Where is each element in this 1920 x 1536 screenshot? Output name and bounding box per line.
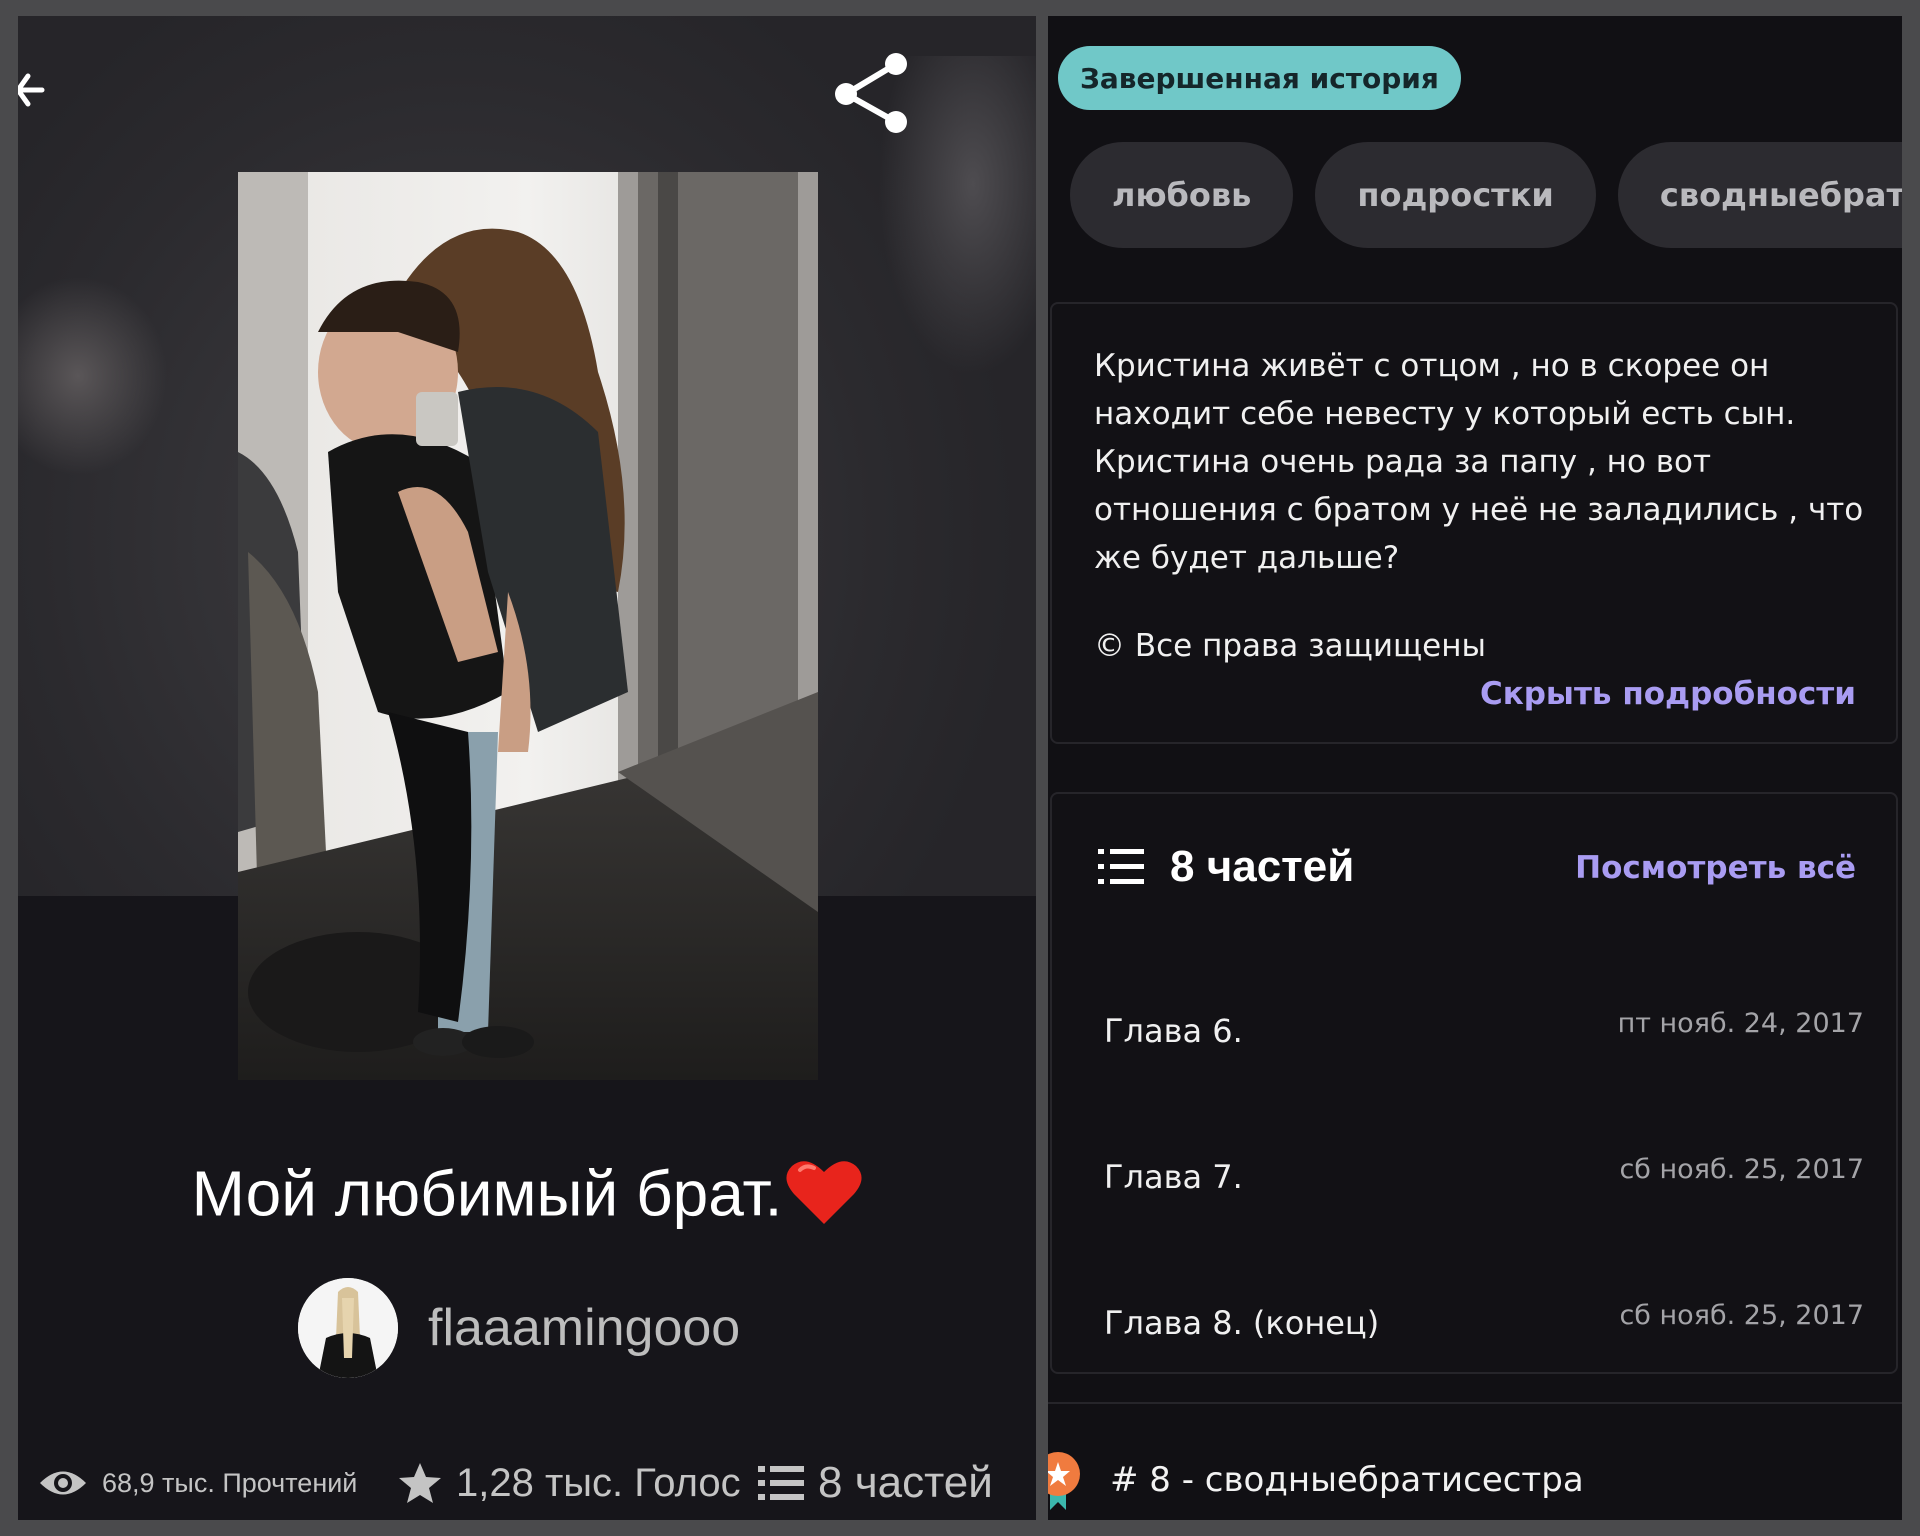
star-icon: [399, 1463, 441, 1503]
status-badge: Завершенная история: [1058, 46, 1461, 110]
story-title: Мой любимый брат.: [18, 1156, 1036, 1241]
story-stats: 68,9 тыс. Прочтений 1,28 тыс. Голос 8 ча…: [38, 1448, 1036, 1518]
copyright-notice: © Все права защищены: [1094, 628, 1486, 664]
chapter-row[interactable]: Глава 8. (конец) сб нояб. 25, 2017: [1104, 1280, 1864, 1360]
story-cover-image: [238, 172, 818, 1080]
share-button[interactable]: [828, 50, 914, 136]
heart-icon: [786, 1156, 862, 1241]
story-description: Кристина живёт с отцом , но в скорее он …: [1094, 348, 1864, 576]
parts-stat: 8 частей: [758, 1458, 993, 1508]
story-title-text: Мой любимый брат.: [191, 1157, 783, 1230]
story-details-panel: Завершенная история любовь подростки сво…: [1048, 16, 1902, 1520]
share-icon: [835, 53, 907, 133]
author-link[interactable]: flaaamingooo: [298, 1276, 740, 1380]
ranking-badge-icon: [1048, 1452, 1080, 1510]
list-icon: [758, 1466, 804, 1500]
chapter-row[interactable]: Глава 7. сб нояб. 25, 2017: [1104, 1134, 1864, 1214]
parts-title: 8 частей: [1170, 842, 1355, 891]
section-divider: [1048, 1402, 1902, 1404]
chapter-title: Глава 7.: [1104, 1158, 1243, 1196]
tag-ranking-row[interactable]: # 8 - сводныебратисестра: [1048, 1446, 1902, 1520]
tag-chip[interactable]: сводныебратисе: [1617, 142, 1902, 248]
chapter-title: Глава 8. (конец): [1104, 1304, 1380, 1342]
eye-icon: [40, 1471, 86, 1495]
view-all-link[interactable]: Посмотреть всё: [1575, 850, 1856, 886]
tag-chip[interactable]: подростки: [1315, 142, 1596, 248]
parts-card: 8 частей Посмотреть всё Глава 6. пт нояб…: [1050, 792, 1898, 1374]
author-name[interactable]: flaaamingooo: [428, 1298, 740, 1358]
votes-stat: 1,28 тыс. Голос: [398, 1461, 758, 1506]
chapter-date: сб нояб. 25, 2017: [1619, 1300, 1864, 1331]
story-overview-panel: Мой любимый брат. flaaamingooo 68,9 тыс.…: [18, 16, 1036, 1520]
ranking-text: # 8 - сводныебратисестра: [1110, 1460, 1584, 1500]
chapter-row[interactable]: Глава 6. пт нояб. 24, 2017: [1104, 988, 1864, 1068]
reads-stat: 68,9 тыс. Прочтений: [38, 1466, 398, 1500]
chapter-date: пт нояб. 24, 2017: [1617, 1008, 1864, 1039]
parts-count: 8 частей: [818, 1458, 993, 1507]
description-card: Кристина живёт с отцом , но в скорее он …: [1050, 302, 1898, 744]
votes-count: 1,28 тыс. Голос: [456, 1460, 741, 1505]
chapter-date: сб нояб. 25, 2017: [1619, 1154, 1864, 1185]
parts-header: 8 частей: [1098, 842, 1354, 892]
reads-count: 68,9 тыс. Прочтений: [102, 1467, 358, 1498]
chapter-title: Глава 6.: [1104, 1012, 1243, 1050]
tag-list: любовь подростки сводныебратисе: [1070, 142, 1902, 248]
tag-chip[interactable]: любовь: [1070, 142, 1294, 248]
list-icon: [1098, 849, 1144, 884]
back-arrow-icon: [18, 73, 45, 107]
back-button[interactable]: [18, 68, 70, 120]
hide-details-link[interactable]: Скрыть подробности: [1480, 676, 1856, 712]
avatar[interactable]: [298, 1278, 398, 1378]
cover-photo: [238, 172, 818, 1080]
